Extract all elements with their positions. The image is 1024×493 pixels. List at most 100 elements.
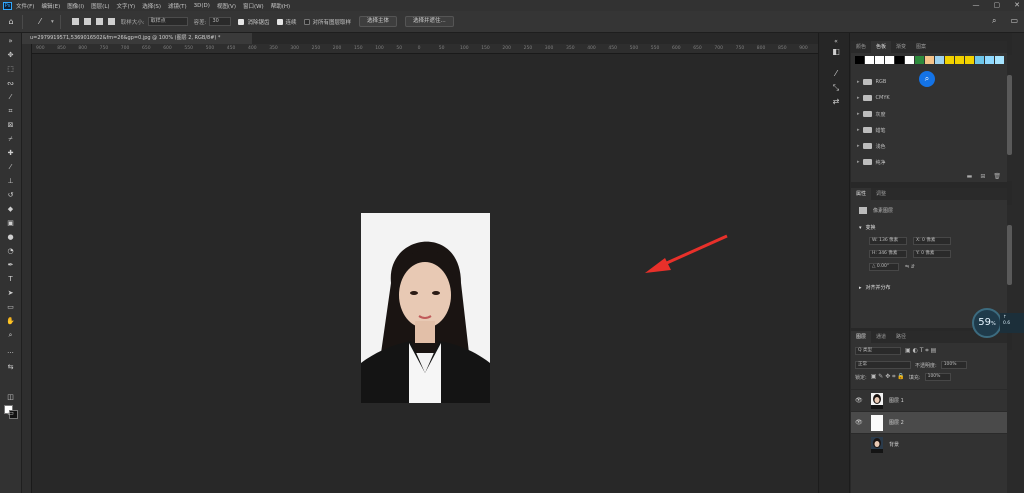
search-icon[interactable]: ⌕	[919, 71, 935, 87]
eraser-tool-icon[interactable]: ◆	[5, 205, 16, 214]
align-section[interactable]: ▸ 对齐并分布	[851, 281, 1007, 294]
intersect-selection-icon[interactable]	[107, 18, 115, 25]
swatch-folder[interactable]: ▸ 蜡笔	[851, 122, 1007, 138]
menu-filter[interactable]: 滤镜(T)	[168, 2, 187, 10]
layer-filter-select[interactable]: Q 类型	[855, 347, 901, 355]
menu-file[interactable]: 文件(F)	[16, 2, 34, 10]
document-tab[interactable]: u=2979919571,5369016502&fm=26&gp=0.jpg @…	[22, 33, 252, 44]
add-selection-icon[interactable]	[83, 18, 91, 25]
healing-brush-tool-icon[interactable]: ✚	[5, 149, 16, 158]
angle-field[interactable]: △ 0.00°	[869, 262, 899, 271]
y-field[interactable]: Y: 0 像素	[913, 249, 951, 258]
menu-window[interactable]: 窗口(W)	[243, 2, 264, 10]
new-selection-icon[interactable]	[71, 18, 79, 25]
quick-mask-icon[interactable]: ◫	[5, 393, 16, 402]
eye-icon[interactable]: 👁	[855, 397, 865, 404]
eyedropper-tool-icon[interactable]: ⌿	[5, 135, 16, 144]
frame-tool-icon[interactable]: ⊠	[5, 121, 16, 130]
tab-patterns[interactable]: 图案	[911, 41, 931, 53]
color-swatch[interactable]	[915, 56, 924, 64]
gradient-tool-icon[interactable]: ▣	[5, 219, 16, 228]
pen-tool-icon[interactable]: ✒	[5, 261, 16, 270]
home-icon[interactable]: ⌂	[6, 17, 16, 27]
subtract-selection-icon[interactable]	[95, 18, 103, 25]
color-swatch[interactable]	[975, 56, 984, 64]
height-field[interactable]: H: 346 像素	[869, 249, 907, 258]
menu-layer[interactable]: 图层(L)	[91, 2, 109, 10]
transform-icon[interactable]: ⤡	[831, 83, 841, 92]
layer-row[interactable]: 👁 图层 1	[851, 389, 1007, 411]
marquee-tool-icon[interactable]: ⬚	[5, 65, 16, 74]
paths-icon[interactable]: ⇄	[831, 97, 841, 106]
dropdown-caret[interactable]: ▾	[51, 19, 54, 25]
adjustments-icon[interactable]: ◧	[831, 47, 841, 56]
swatch-folder[interactable]: ▸ 浅色	[851, 138, 1007, 154]
sample-all-layers-checkbox[interactable]: 对所有图层取样	[303, 18, 351, 26]
menu-edit[interactable]: 编辑(E)	[41, 2, 60, 10]
collapse-toolbar-icon[interactable]: »	[5, 37, 16, 46]
transform-section[interactable]: ▾ 变换	[851, 221, 1007, 234]
color-swatch[interactable]	[865, 56, 874, 64]
blur-tool-icon[interactable]: ●	[5, 233, 16, 242]
more-tools-icon[interactable]: ···	[5, 349, 16, 358]
filter-icons[interactable]: ▣ ◐ T ⌗ ▤	[905, 347, 936, 355]
screen-mode-icon[interactable]: ▭	[5, 409, 16, 418]
crop-tool-icon[interactable]: ⌗	[5, 107, 16, 116]
color-swatch[interactable]	[995, 56, 1004, 64]
swap-colors-icon[interactable]: ⇆	[5, 363, 16, 372]
collapse-panels-icon[interactable]: «	[831, 37, 841, 46]
blend-mode-select[interactable]: 正常	[855, 361, 911, 369]
color-swatch[interactable]	[875, 56, 884, 64]
tab-color[interactable]: 颜色	[851, 41, 871, 53]
history-brush-icon[interactable]: ⁄	[831, 69, 841, 78]
swatch-folder[interactable]: ▸ 灰度	[851, 106, 1007, 122]
layer-row[interactable]: 背景	[851, 433, 1007, 455]
menu-view[interactable]: 视图(V)	[217, 2, 236, 10]
document-image[interactable]	[361, 213, 490, 403]
color-swatch[interactable]	[935, 56, 944, 64]
dodge-tool-icon[interactable]: ◔	[5, 247, 16, 256]
color-swatch[interactable]	[965, 56, 974, 64]
opacity-input[interactable]: 100%	[940, 361, 967, 369]
color-swatch[interactable]	[955, 56, 964, 64]
color-swatch[interactable]	[855, 56, 864, 64]
tab-adjustments[interactable]: 调整	[871, 188, 891, 200]
color-swatch[interactable]	[925, 56, 934, 64]
clone-stamp-tool-icon[interactable]: ⊥	[5, 177, 16, 186]
new-swatch-icon[interactable]: ⊞	[980, 173, 985, 180]
path-selection-tool-icon[interactable]: ➤	[5, 289, 16, 298]
new-group-icon[interactable]: ▬	[967, 173, 973, 180]
menu-help[interactable]: 帮助(H)	[271, 2, 290, 10]
rectangle-tool-icon[interactable]: ▭	[5, 303, 16, 312]
hand-tool-icon[interactable]: ✋	[5, 317, 16, 326]
width-field[interactable]: W: 136 像素	[869, 236, 907, 245]
menu-select[interactable]: 选择(S)	[142, 2, 161, 10]
maximize-button[interactable]: ▢	[994, 1, 1001, 9]
select-subject-button[interactable]: 选择主体	[359, 16, 398, 27]
lasso-tool-icon[interactable]: ᔓ	[5, 79, 16, 88]
tab-properties[interactable]: 属性	[851, 188, 872, 200]
type-tool-icon[interactable]: T	[5, 275, 16, 284]
history-brush-tool-icon[interactable]: ↺	[5, 191, 16, 200]
minimize-button[interactable]: —	[973, 1, 980, 9]
color-swatch[interactable]	[905, 56, 914, 64]
search-icon[interactable]: ⌕	[992, 16, 996, 26]
flip-icons[interactable]: ⇋ ⇵	[905, 264, 915, 270]
menu-type[interactable]: 文字(Y)	[117, 2, 136, 10]
zoom-tool-icon[interactable]: ⌕	[5, 331, 16, 340]
antialias-checkbox[interactable]: 消除锯齿	[238, 18, 270, 26]
color-swatch[interactable]	[895, 56, 904, 64]
tab-layers[interactable]: 图层	[851, 331, 872, 343]
color-swatch[interactable]	[985, 56, 994, 64]
tab-paths[interactable]: 路径	[891, 331, 911, 343]
tab-gradients[interactable]: 渐变	[891, 41, 911, 53]
workspace-icon[interactable]: ▭	[1010, 16, 1018, 26]
swatch-folder[interactable]: ▸ CMYK	[851, 90, 1007, 106]
tab-swatches[interactable]: 色板	[871, 41, 892, 53]
contiguous-checkbox[interactable]: 连续	[276, 18, 297, 26]
close-button[interactable]: ✕	[1014, 1, 1020, 9]
magic-wand-tool-icon[interactable]: ⁄	[5, 93, 16, 102]
menu-image[interactable]: 图像(I)	[67, 2, 84, 10]
horizontal-ruler[interactable]: 900 850 800 750 700 650 600 550 500 450 400 350 300 2…	[32, 44, 818, 54]
magic-wand-icon[interactable]: ⁄	[35, 17, 45, 27]
